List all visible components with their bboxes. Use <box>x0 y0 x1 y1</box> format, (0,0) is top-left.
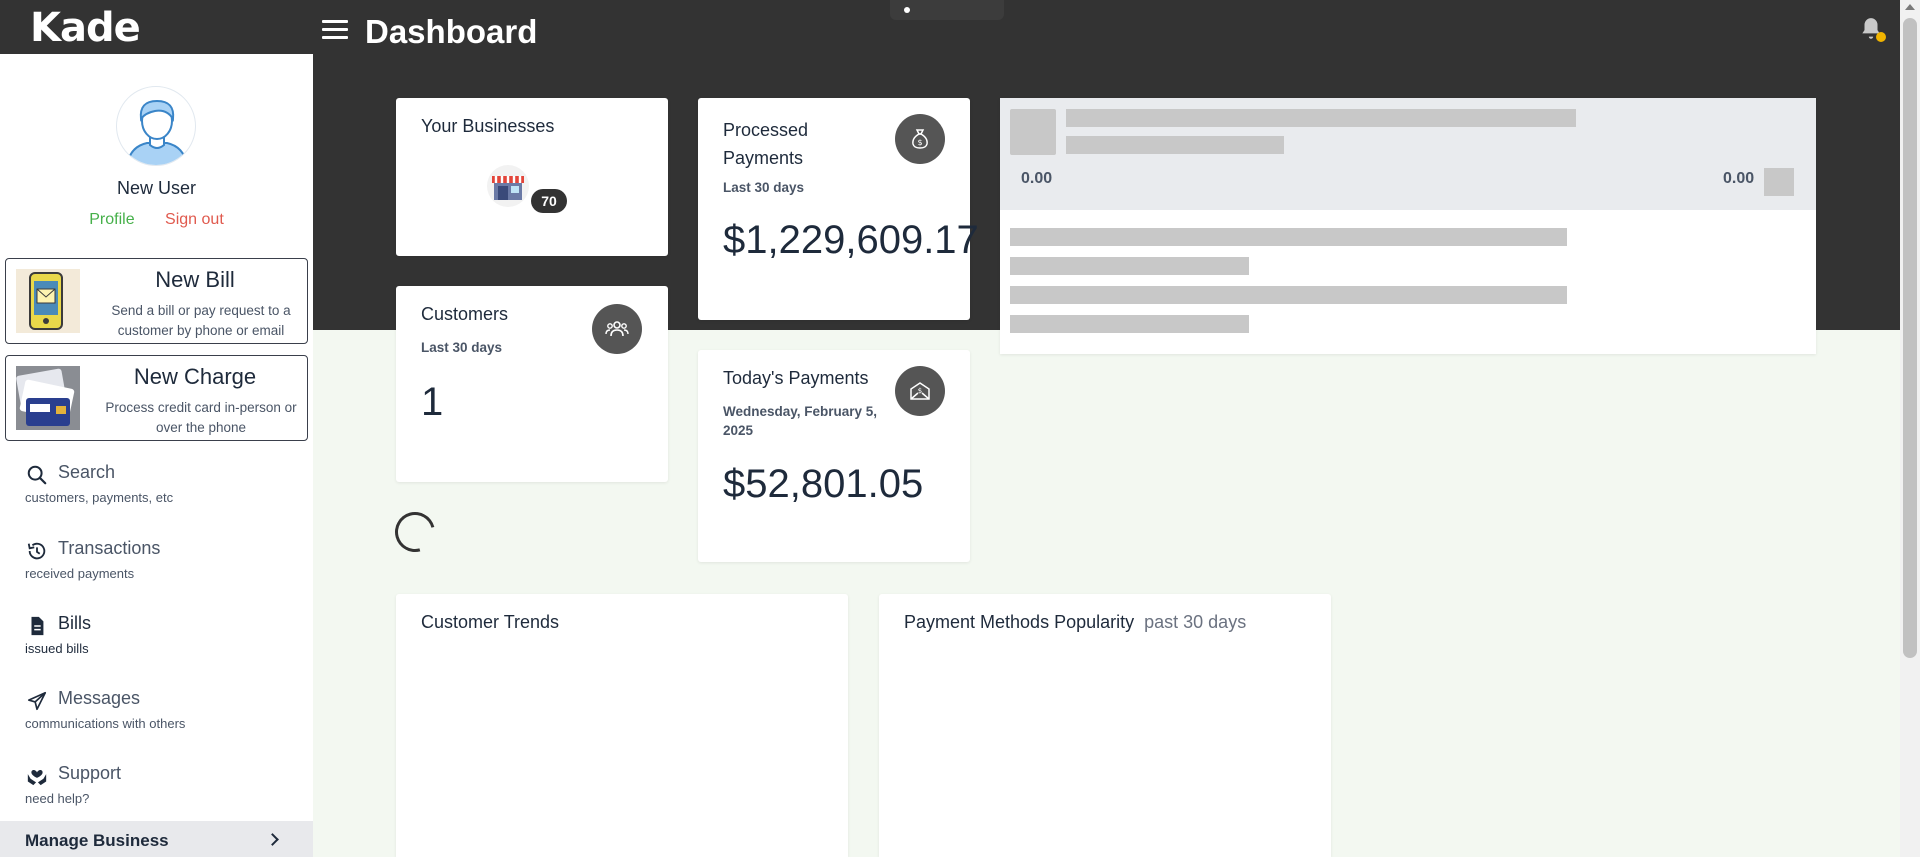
money-bag-icon: $ <box>912 129 928 149</box>
processed-title: Processed Payments <box>723 120 809 168</box>
processed-payments-card[interactable]: Processed Payments Last 30 days $1,229,6… <box>698 98 979 320</box>
storefront-icon <box>487 165 529 207</box>
new-charge-desc: Process credit card in-person or over th… <box>105 400 297 435</box>
search-icon <box>27 465 47 485</box>
nav-label: Bills <box>58 613 92 633</box>
customers-badge <box>592 304 642 354</box>
today-title: Today's Payments <box>723 368 869 388</box>
hands-heart-icon <box>27 769 47 786</box>
nav-sub: issued bills <box>25 641 89 656</box>
money-envelope-icon: $ <box>910 382 930 400</box>
sign-out-link[interactable]: Sign out <box>165 211 224 228</box>
new-bill-button[interactable]: New Bill Send a bill or pay request to a… <box>5 258 308 344</box>
nav-item-transactions[interactable]: Transactions received payments <box>0 532 313 594</box>
nav-item-search[interactable]: Search customers, payments, etc <box>0 456 313 518</box>
skeleton-header: 0.00 0.00 <box>1000 98 1816 210</box>
skeleton-block <box>1764 168 1794 196</box>
new-bill-desc: Send a bill or pay request to a customer… <box>111 303 291 338</box>
user-avatar-icon <box>126 99 188 165</box>
businesses-count-badge: 70 <box>531 189 567 213</box>
skeleton-line <box>1010 286 1567 304</box>
nav-sub: received payments <box>25 566 135 581</box>
svg-text:$: $ <box>918 387 922 395</box>
payment-methods-title: Payment Methods Popularity past 30 days <box>904 612 1246 633</box>
skeleton-line <box>1010 315 1249 333</box>
paper-plane-icon <box>27 691 47 711</box>
logo-text: Kade <box>30 5 141 51</box>
skeleton-line <box>1010 228 1567 246</box>
history-icon <box>27 542 46 560</box>
credit-cards-icon <box>16 366 80 430</box>
customers-period: Last 30 days <box>421 340 503 355</box>
nav-item-messages[interactable]: Messages communications with others <box>0 682 313 744</box>
customers-value: 1 <box>421 380 444 424</box>
nav-label: Messages <box>58 688 141 708</box>
nav-sub: customers, payments, etc <box>25 490 174 505</box>
nav-sub: communications with others <box>25 716 186 731</box>
kade-logo[interactable]: Kade <box>30 6 152 50</box>
businesses-title: Your Businesses <box>421 116 555 136</box>
scroll-up-arrow[interactable] <box>1905 4 1915 10</box>
manage-business-item[interactable]: Manage Business <box>0 821 313 857</box>
chevron-right-icon <box>266 833 279 846</box>
today-date: Wednesday, February 5, 2025 <box>723 404 878 438</box>
loading-skeleton-card: 0.00 0.00 <box>1000 98 1816 354</box>
businesses-card[interactable]: Your Businesses <box>396 98 668 256</box>
nav-item-support[interactable]: Support need help? <box>0 757 313 819</box>
svg-text:$: $ <box>917 138 922 147</box>
customer-trends-card: Customer Trends <box>396 594 848 857</box>
skeleton-line <box>1066 136 1284 154</box>
users-group-icon <box>605 321 629 337</box>
nav-label: Support <box>58 763 122 783</box>
processed-badge: $ <box>895 114 945 164</box>
sidebar: New User Profile Sign out New Bill Send … <box>0 54 313 857</box>
payment-methods-title-text: Payment Methods Popularity <box>904 612 1135 632</box>
notification-dot <box>1876 32 1886 42</box>
payment-methods-period: past 30 days <box>1144 612 1247 632</box>
skeleton-right-value: 0.00 <box>1723 170 1755 187</box>
skeleton-line <box>1010 257 1249 275</box>
new-charge-button[interactable]: New Charge Process credit card in-person… <box>5 355 308 441</box>
customers-title: Customers <box>421 304 509 324</box>
avatar[interactable] <box>116 86 196 166</box>
skeleton-left-value: 0.00 <box>1021 170 1053 187</box>
customers-card[interactable]: Customers Last 30 days 1 <box>396 286 668 482</box>
nav-item-bills[interactable]: Bills issued bills <box>0 607 313 669</box>
skeleton-thumb <box>1010 109 1056 155</box>
nav-sub: need help? <box>25 791 90 806</box>
todays-payments-card[interactable]: Today's Payments Wednesday, February 5, … <box>698 350 970 562</box>
user-links: Profile Sign out <box>0 211 313 229</box>
user-name: New User <box>116 178 196 198</box>
manage-business-label: Manage Business <box>25 831 169 850</box>
today-value: $52,801.05 <box>723 462 924 506</box>
customer-trends-title: Customer Trends <box>421 612 560 632</box>
processed-period: Last 30 days <box>723 180 805 195</box>
nav-label: Search <box>58 462 116 482</box>
payment-methods-card: Payment Methods Popularity past 30 days <box>879 594 1331 857</box>
scrollbar-thumb[interactable] <box>1903 18 1917 658</box>
processed-value: $1,229,609.17 <box>723 218 979 262</box>
today-badge: $ <box>895 366 945 416</box>
phone-envelope-icon <box>16 269 80 333</box>
profile-link[interactable]: Profile <box>89 211 134 228</box>
top-indicator <box>890 0 1004 20</box>
nav-label: Transactions <box>58 538 161 558</box>
loading-spinner-icon <box>387 504 443 560</box>
document-icon <box>31 616 44 636</box>
new-bill-title: New Bill <box>155 267 235 292</box>
page-title: Dashboard <box>365 13 538 50</box>
hamburger-menu-icon[interactable] <box>322 20 348 40</box>
new-charge-title: New Charge <box>133 364 257 389</box>
skeleton-line <box>1066 109 1576 127</box>
